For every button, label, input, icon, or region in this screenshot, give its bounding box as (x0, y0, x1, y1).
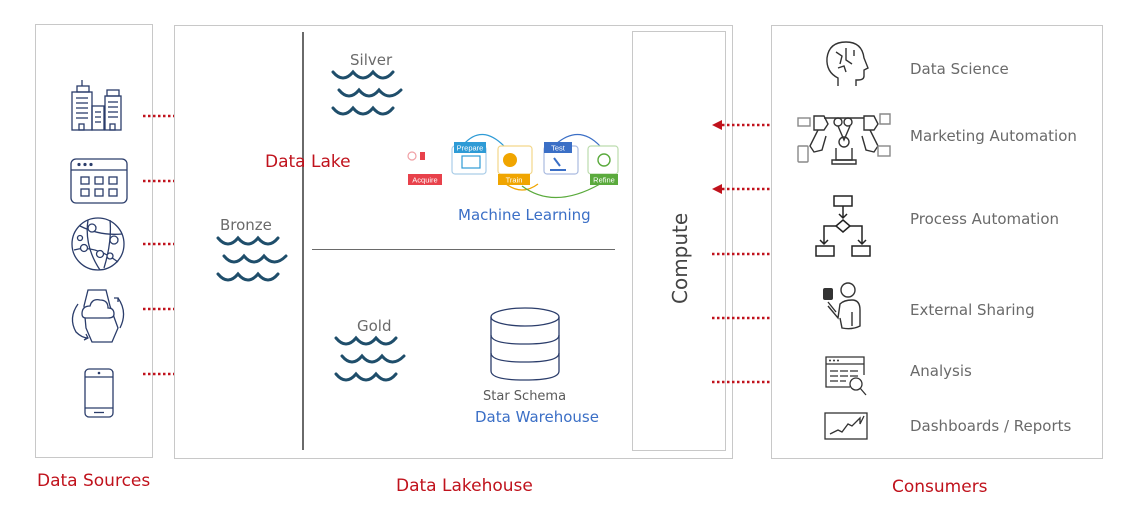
consumer-label-external-sharing: External Sharing (910, 301, 1035, 319)
brain-head-icon (826, 41, 869, 86)
flowchart-icon (815, 195, 871, 257)
robot-arms-icon (797, 113, 891, 165)
ml-step-refine: Refine (593, 176, 615, 185)
line-chart-icon (824, 412, 868, 440)
gold-waves-icon (334, 335, 406, 382)
silver-label: Silver (350, 51, 393, 69)
cloud-sync-icon (71, 289, 125, 343)
data-sources-title: Data Sources (37, 471, 151, 491)
consumer-label-marketing-automation: Marketing Automation (910, 127, 1077, 145)
ml-step-prepare: Prepare (457, 144, 484, 153)
silver-waves-icon (331, 69, 403, 116)
network-globe-icon (71, 217, 125, 271)
gold-label: Gold (357, 317, 392, 335)
buildings-icon (71, 80, 122, 131)
document-search-icon (825, 356, 867, 396)
person-sharing-icon (823, 282, 861, 330)
mobile-phone-icon (84, 368, 114, 418)
data-lakehouse-title: Data Lakehouse (396, 476, 533, 496)
data-lake-divider-vertical (302, 32, 304, 450)
database-icon (490, 307, 560, 381)
silver-gold-divider (312, 249, 615, 250)
consumer-label-process-automation: Process Automation (910, 210, 1060, 228)
data-warehouse-title: Data Warehouse (475, 408, 599, 426)
consumer-label-data-science: Data Science (910, 60, 1009, 78)
consumers-title: Consumers (892, 477, 988, 497)
bronze-label: Bronze (220, 216, 272, 234)
web-app-icon (70, 158, 128, 204)
compute-label: Compute (668, 212, 692, 304)
bronze-waves-icon (216, 235, 288, 282)
ml-step-test: Test (551, 144, 566, 153)
consumer-label-analysis: Analysis (910, 362, 972, 380)
ml-step-acquire: Acquire (412, 176, 437, 185)
ml-pipeline-graphic: Acquire Prepare Train Test Refine (407, 133, 619, 199)
star-schema-label: Star Schema (483, 389, 567, 404)
data-lake-label: Data Lake (265, 152, 351, 172)
consumer-label-dashboards-reports: Dashboards / Reports (910, 417, 1072, 435)
ml-step-train: Train (506, 176, 523, 185)
machine-learning-title: Machine Learning (458, 206, 591, 224)
